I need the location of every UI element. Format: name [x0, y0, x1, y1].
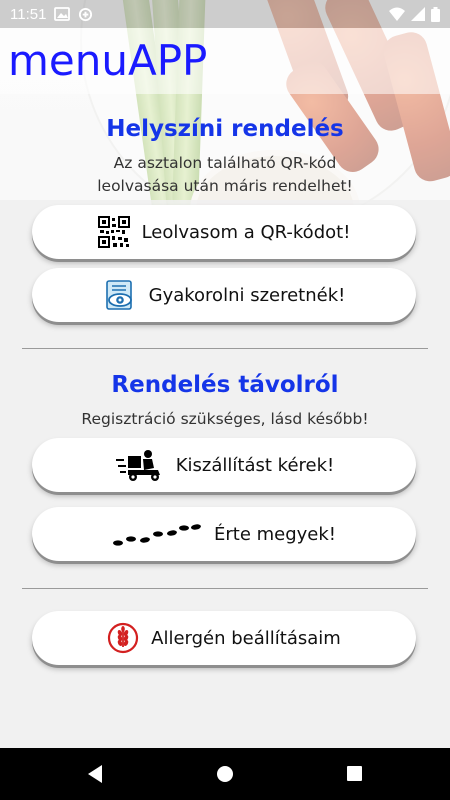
battery-icon [431, 6, 440, 22]
data-saver-icon [79, 7, 93, 21]
remote-section-title: Rendelés távolról [111, 372, 339, 398]
footprints-icon [112, 519, 202, 549]
practice-button[interactable]: Gyakorolni szeretnék! [32, 268, 416, 322]
pickup-button[interactable]: Érte megyek! [32, 507, 416, 561]
section-divider [22, 348, 428, 349]
navigation-bar [0, 748, 450, 800]
scan-qr-button-label: Leolvasom a QR-kódot! [141, 221, 351, 243]
practice-button-label: Gyakorolni szeretnék! [148, 284, 346, 306]
delivery-button-label: Kiszállítást kérek! [175, 454, 335, 476]
onsite-section-title: Helyszíni rendelés [106, 116, 344, 142]
delivery-scooter-icon [114, 448, 164, 482]
back-button[interactable] [86, 764, 104, 784]
app-title: menuAPP [8, 36, 208, 85]
gallery-icon [54, 7, 71, 21]
wifi-icon [389, 7, 405, 21]
recents-button[interactable] [346, 764, 364, 784]
home-button[interactable] [216, 764, 234, 784]
onsite-subtitle-line2: leolvasása után máris rendelhet! [97, 177, 353, 195]
status-time: 11:51 [10, 5, 47, 23]
status-bar: 11:51 [0, 0, 450, 28]
signal-icon [411, 7, 425, 21]
allergen-settings-button[interactable]: Allergén beállításaim [32, 611, 416, 665]
delivery-button[interactable]: Kiszállítást kérek! [32, 438, 416, 492]
section-divider [22, 588, 428, 589]
pickup-button-label: Érte megyek! [213, 523, 337, 545]
qr-code-icon [97, 216, 130, 248]
onsite-subtitle-line1: Az asztalon található QR-kód [113, 154, 337, 172]
allergen-settings-button-label: Allergén beállításaim [151, 627, 341, 649]
no-gluten-icon [107, 622, 139, 654]
app-bar: menuAPP [0, 28, 450, 94]
scan-qr-button[interactable]: Leolvasom a QR-kódot! [32, 205, 416, 259]
eye-document-icon [103, 278, 137, 312]
remote-subtitle: Regisztráció szükséges, lásd később! [81, 410, 369, 428]
